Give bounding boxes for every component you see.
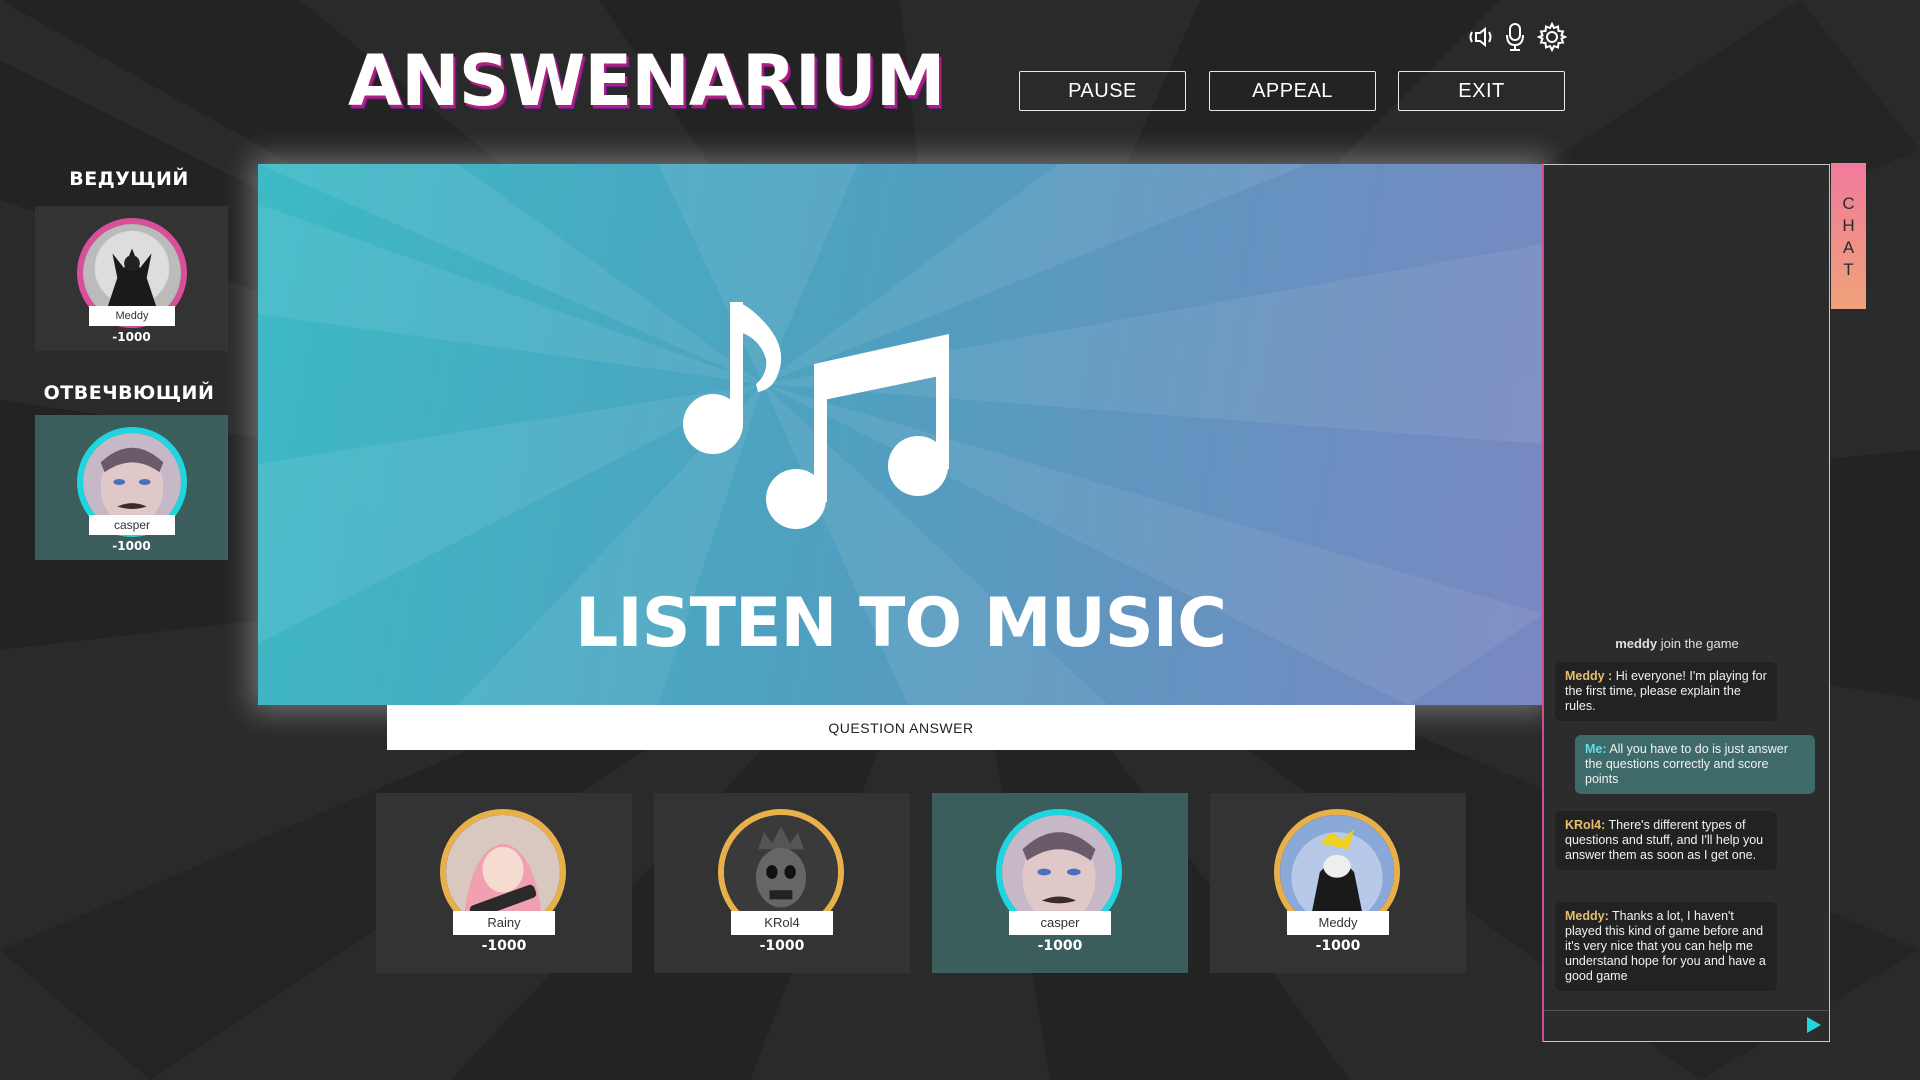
music-notes-icon [683, 302, 949, 529]
player-name: KRol4 [731, 911, 833, 935]
chat-tab[interactable]: C H A T [1831, 163, 1866, 309]
player-score: -1000 [759, 938, 805, 954]
player-name: Rainy [453, 911, 555, 935]
chat-message: Meddy: Thanks a lot, I haven't played th… [1555, 902, 1777, 991]
player-card-casper[interactable]: casper -1000 [932, 793, 1188, 973]
player-card-meddy[interactable]: Meddy -1000 [1210, 793, 1466, 973]
answering-card[interactable]: casper -1000 [35, 415, 228, 560]
player-score: -1000 [1315, 938, 1361, 954]
host-heading: ВЕДУЩИЙ [69, 168, 189, 190]
exit-button[interactable]: EXIT [1398, 71, 1565, 111]
chat-text: All you have to do is just answer the qu… [1585, 742, 1788, 786]
host-name: Meddy [89, 306, 175, 326]
chat-input[interactable] [1544, 1010, 1828, 1041]
microphone-icon[interactable] [1498, 20, 1532, 54]
chat-author: Meddy: [1565, 909, 1609, 923]
pause-button[interactable]: PAUSE [1019, 71, 1186, 111]
chat-author: KRol4: [1565, 818, 1606, 832]
appeal-button[interactable]: APPEAL [1209, 71, 1376, 111]
chat-system-text: join the game [1657, 636, 1739, 651]
app-logo: ANSWENARIUM [348, 40, 945, 122]
answering-name: casper [89, 515, 175, 535]
player-name: Meddy [1287, 911, 1389, 935]
chat-tab-letter: A [1842, 238, 1855, 257]
player-score: -1000 [1037, 938, 1083, 954]
answering-score: -1000 [112, 539, 151, 553]
player-name: casper [1009, 911, 1111, 935]
answer-bar[interactable]: QUESTION ANSWER [387, 705, 1415, 750]
chat-message-own: Me: All you have to do is just answer th… [1575, 735, 1815, 794]
chat-tab-letter: H [1842, 216, 1855, 235]
chat-tab-letter: T [1843, 260, 1854, 279]
chat-system-user: meddy [1615, 636, 1658, 651]
chat-author: Meddy : [1565, 669, 1613, 683]
speaker-icon[interactable] [1464, 20, 1498, 54]
player-score: -1000 [481, 938, 527, 954]
question-card: LISTEN TO MUSIC [258, 164, 1543, 705]
player-card-rainy[interactable]: Rainy -1000 [376, 793, 632, 973]
send-icon[interactable] [1806, 1016, 1822, 1034]
chat-system-message: meddy join the game [1552, 636, 1802, 651]
chat-author: Me: [1585, 742, 1607, 756]
host-card[interactable]: Meddy -1000 [35, 206, 228, 351]
chat-message: KRol4: There's different types of questi… [1555, 811, 1777, 870]
answering-heading: ОТВЕЧВЮЩИЙ [43, 382, 215, 404]
chat-tab-letter: C [1842, 194, 1855, 213]
gear-icon[interactable] [1535, 20, 1569, 54]
player-card-krol4[interactable]: KRol4 -1000 [654, 793, 910, 973]
chat-message: Meddy : Hi everyone! I'm playing for the… [1555, 662, 1777, 721]
question-title: LISTEN TO MUSIC [575, 584, 1227, 663]
host-score: -1000 [112, 330, 151, 344]
